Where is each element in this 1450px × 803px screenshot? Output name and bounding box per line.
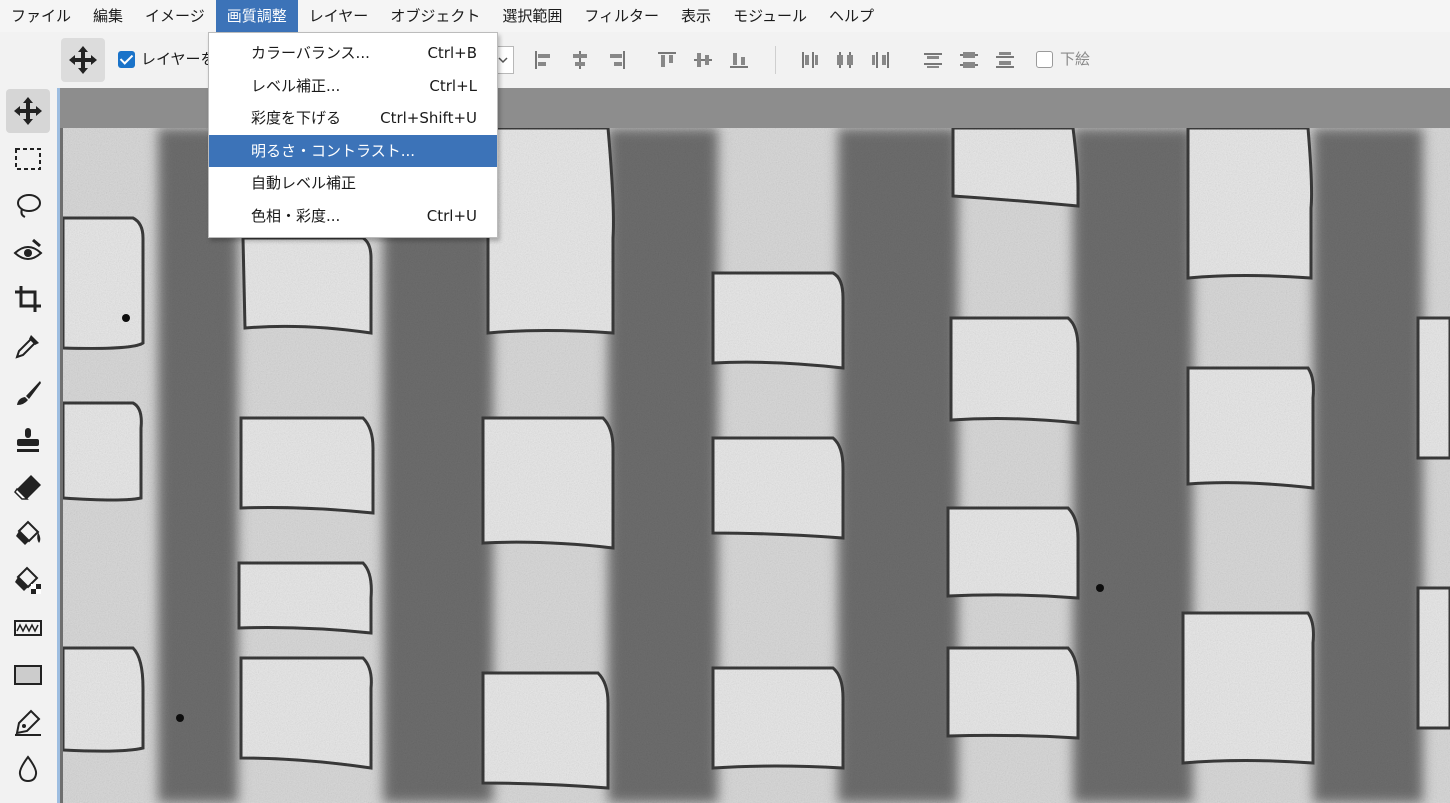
distribute-middle-icon[interactable] xyxy=(957,48,981,72)
tools-panel xyxy=(0,88,57,803)
distribute-top-icon[interactable] xyxy=(921,48,945,72)
menu-item-label: 明るさ・コントラスト... xyxy=(251,141,416,160)
paint-bucket-icon[interactable] xyxy=(6,512,50,556)
blur-drop-icon[interactable] xyxy=(6,747,50,791)
align-bottom-icon[interactable] xyxy=(727,48,751,72)
menu-item-label: 彩度を下げる xyxy=(251,109,342,127)
menu-layer[interactable]: レイヤー xyxy=(298,0,380,32)
menu-item-levels[interactable]: レベル補正... Ctrl+L xyxy=(209,70,497,103)
menu-filter[interactable]: フィルター xyxy=(573,0,670,32)
auto-select-checkbox[interactable] xyxy=(118,51,135,68)
clone-stamp-icon[interactable] xyxy=(6,418,50,462)
menu-image[interactable]: イメージ xyxy=(134,0,216,32)
menu-item-color-balance[interactable]: カラーバランス... Ctrl+B xyxy=(209,37,497,70)
separator xyxy=(775,46,776,74)
rectangle-shape-icon[interactable] xyxy=(6,653,50,697)
menu-view[interactable]: 表示 xyxy=(670,0,722,32)
menu-item-auto-levels[interactable]: 自動レベル補正 xyxy=(209,167,497,200)
menu-select[interactable]: 選択範囲 xyxy=(491,0,573,32)
align-left-icon[interactable] xyxy=(531,48,555,72)
adjust-menu-dropdown: カラーバランス... Ctrl+B レベル補正... Ctrl+L 彩度を下げる… xyxy=(208,32,498,238)
eraser-icon[interactable] xyxy=(6,465,50,509)
gradient-fill-icon[interactable] xyxy=(6,559,50,603)
menu-adjust[interactable]: 画質調整 xyxy=(215,0,298,32)
move-tool-icon[interactable] xyxy=(6,89,50,133)
transform-checkbox[interactable] xyxy=(1036,51,1053,68)
menu-item-label: カラーバランス... xyxy=(251,44,370,62)
brush-icon[interactable] xyxy=(6,371,50,415)
distribute-bottom-icon[interactable] xyxy=(993,48,1017,72)
distribute-left-icon[interactable] xyxy=(797,48,821,72)
wave-icon[interactable] xyxy=(6,606,50,650)
auto-select-label: レイヤーを xyxy=(141,50,216,68)
crop-icon[interactable] xyxy=(6,277,50,321)
menu-item-hue-saturation[interactable]: 色相・彩度... Ctrl+U xyxy=(209,200,497,233)
move-tool-options-icon xyxy=(61,38,105,82)
menu-modules[interactable]: モジュール xyxy=(722,0,818,32)
align-top-icon[interactable] xyxy=(655,48,679,72)
pen-icon[interactable] xyxy=(6,700,50,744)
menu-item-label: レベル補正... xyxy=(251,76,341,95)
transform-label: 下絵 xyxy=(1060,50,1091,68)
eyedropper-icon[interactable] xyxy=(6,324,50,368)
menu-edit[interactable]: 編集 xyxy=(82,0,134,32)
distribute-right-icon[interactable] xyxy=(869,48,893,72)
menu-item-shortcut: Ctrl+U xyxy=(426,206,477,225)
align-middle-icon[interactable] xyxy=(691,48,715,72)
menu-item-label: 自動レベル補正 xyxy=(251,174,357,192)
menu-help[interactable]: ヘルプ xyxy=(818,0,885,32)
menu-file[interactable]: ファイル xyxy=(0,0,82,32)
red-eye-icon[interactable] xyxy=(6,230,50,274)
distribute-center-icon[interactable] xyxy=(833,48,857,72)
menu-item-brightness-contrast[interactable]: 明るさ・コントラスト... xyxy=(209,134,497,167)
lasso-icon[interactable] xyxy=(6,184,50,228)
align-right-icon[interactable] xyxy=(605,48,629,72)
menu-bar: ファイル 編集 イメージ 画質調整 レイヤー オブジェクト 選択範囲 フィルター… xyxy=(0,0,1450,32)
menu-item-shortcut: Ctrl+B xyxy=(427,44,477,62)
menu-item-shortcut: Ctrl+L xyxy=(429,76,477,95)
menu-object[interactable]: オブジェクト xyxy=(379,0,491,32)
menu-item-label: 色相・彩度... xyxy=(251,206,341,225)
rectangle-select-icon[interactable] xyxy=(6,137,50,181)
align-center-h-icon[interactable] xyxy=(568,48,592,72)
menu-item-desaturate[interactable]: 彩度を下げる Ctrl+Shift+U xyxy=(209,102,497,135)
menu-item-shortcut: Ctrl+Shift+U xyxy=(380,109,477,127)
